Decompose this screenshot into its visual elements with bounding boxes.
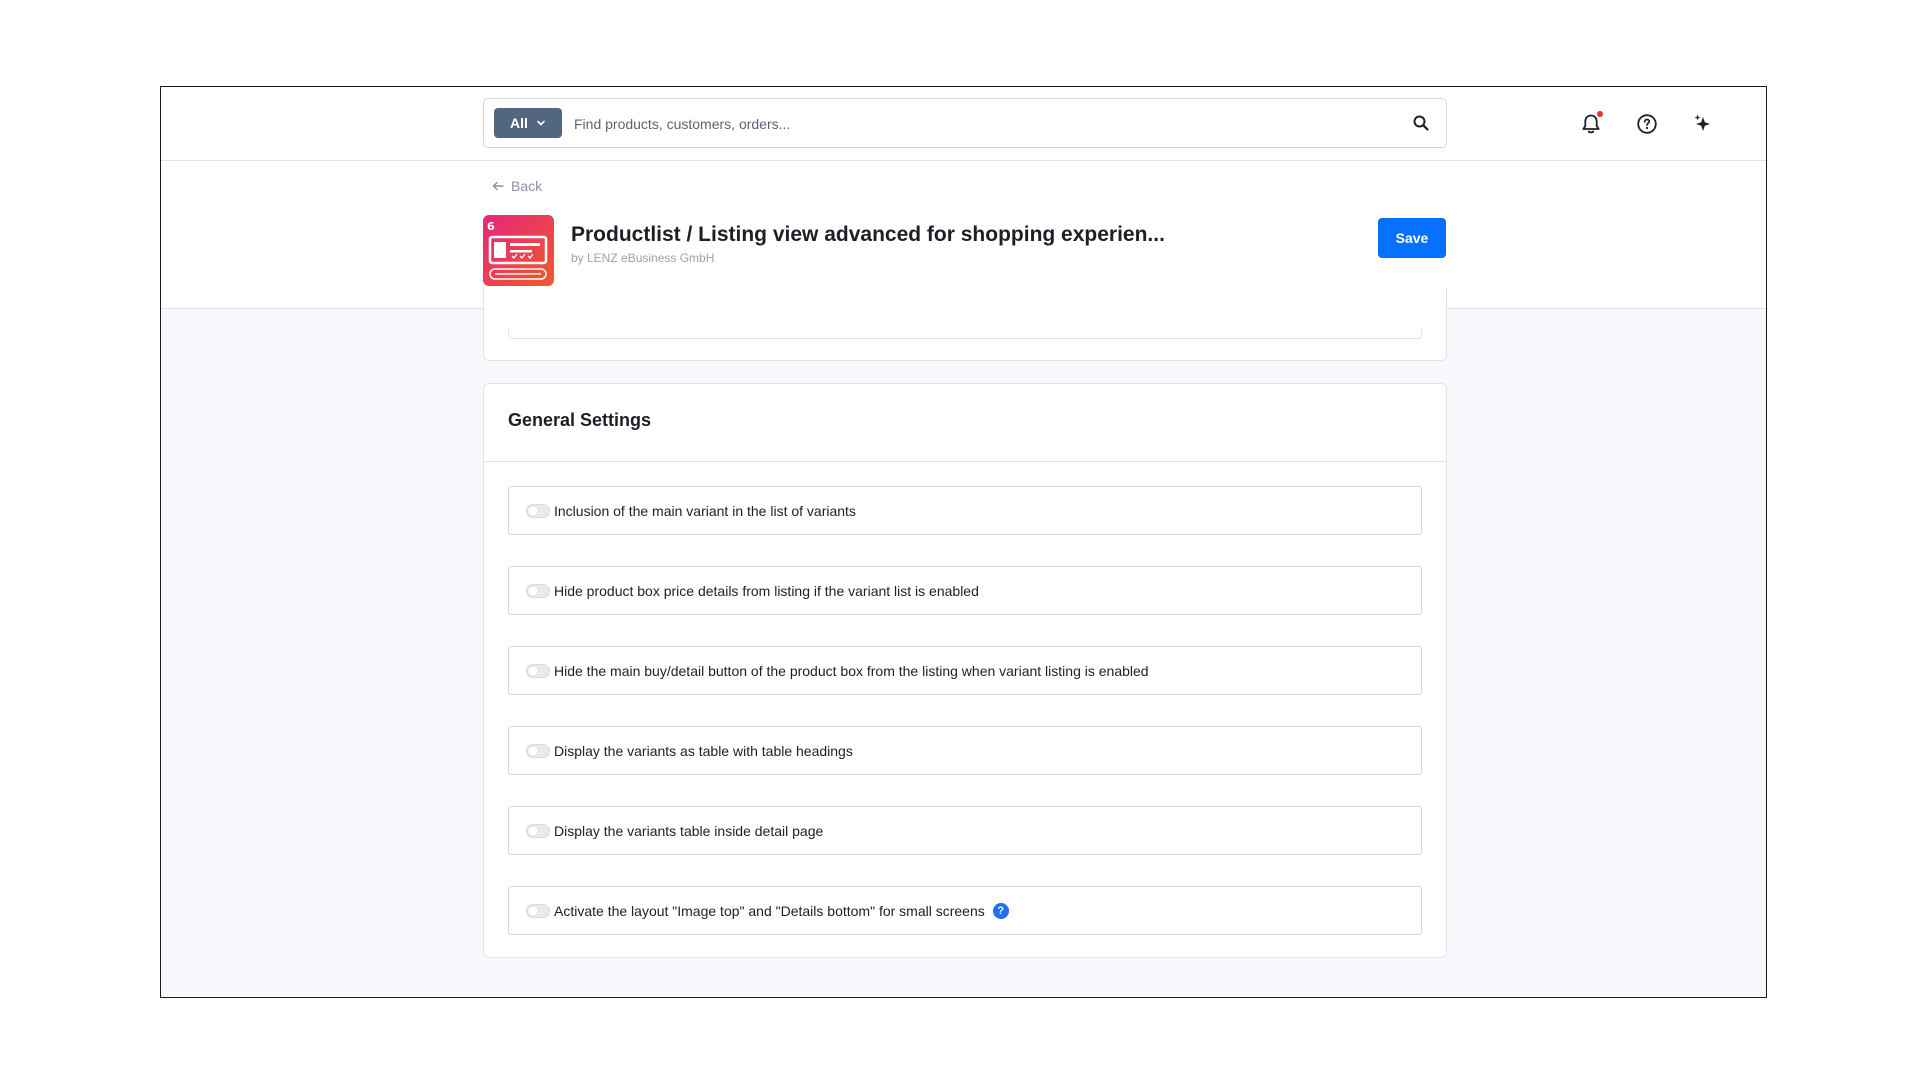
search-input[interactable] [574, 109, 1374, 139]
notifications-button[interactable] [1578, 111, 1604, 137]
logo-badge: 6 [487, 220, 495, 233]
toggle-switch[interactable] [526, 903, 550, 918]
setting-row: Inclusion of the main variant in the lis… [508, 486, 1422, 535]
search-icon[interactable] [1412, 114, 1430, 132]
setting-row: Hide product box price details from list… [508, 566, 1422, 615]
toggle-switch[interactable] [526, 823, 550, 838]
previous-settings-card [483, 287, 1447, 361]
setting-row: Hide the main buy/detail button of the p… [508, 646, 1422, 695]
sparkle-icon [1694, 114, 1710, 131]
toggle-switch[interactable] [526, 663, 550, 678]
search-scope-label: All [510, 115, 528, 131]
setting-label: Hide the main buy/detail button of the p… [554, 662, 1149, 679]
card-title: General Settings [508, 410, 652, 430]
help-button[interactable] [1634, 111, 1660, 137]
setting-label: Display the variants table inside detail… [554, 822, 824, 839]
back-label: Back [511, 178, 543, 194]
setting-label: Inclusion of the main variant in the lis… [554, 502, 856, 519]
info-icon[interactable]: ? [992, 902, 1009, 919]
arrow-left-icon [492, 181, 504, 191]
setting-label: Display the variants as table with table… [554, 742, 853, 759]
general-settings-card: General Settings Inclusion of the main v… [483, 383, 1447, 958]
notification-dot [1597, 111, 1603, 117]
setting-label: Hide product box price details from list… [554, 582, 979, 599]
extension-logo: 6 [483, 215, 554, 286]
listing-view-logo-icon: 6 [483, 215, 554, 286]
toggle-switch[interactable] [526, 583, 550, 598]
divider [484, 461, 1446, 462]
save-button[interactable]: Save [1378, 218, 1446, 258]
app-window: All Back [160, 86, 1767, 998]
help-circle-icon [1637, 114, 1657, 134]
toggle-switch[interactable] [526, 743, 550, 758]
global-search: All [483, 98, 1447, 148]
vendor-name: by LENZ eBusiness GmbH [571, 251, 715, 265]
ai-assistant-button[interactable] [1690, 111, 1716, 137]
page-title: Productlist / Listing view advanced for … [571, 223, 1165, 246]
chevron-down-icon [537, 120, 545, 126]
setting-row: Activate the layout "Image top" and "Det… [508, 886, 1422, 935]
setting-label: Activate the layout "Image top" and "Det… [554, 902, 985, 919]
top-bar: All [161, 87, 1766, 161]
setting-row: Display the variants table inside detail… [508, 806, 1422, 855]
toggle-switch[interactable] [526, 503, 550, 518]
setting-row: Display the variants as table with table… [508, 726, 1422, 775]
back-link[interactable]: Back [491, 178, 542, 194]
previous-setting-row [508, 329, 1422, 339]
search-scope-dropdown[interactable]: All [494, 108, 562, 138]
